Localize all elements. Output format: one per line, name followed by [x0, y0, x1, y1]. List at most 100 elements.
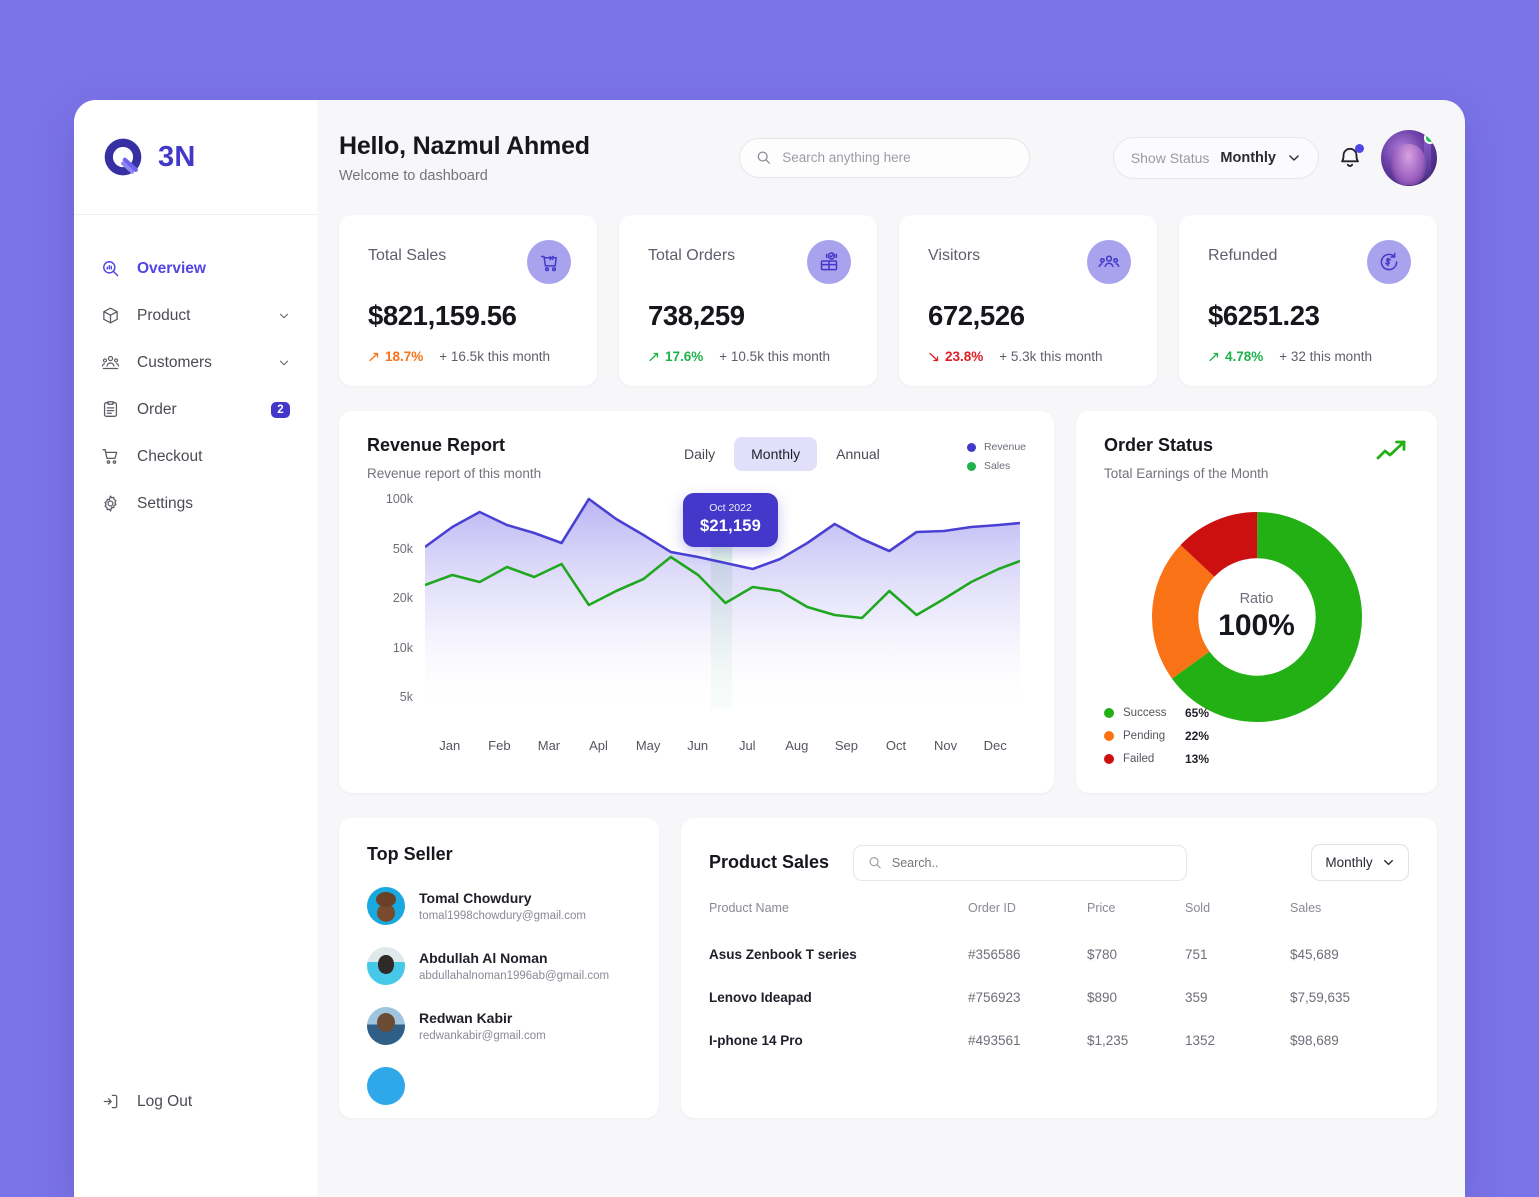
legend-label-failed: Failed: [1123, 753, 1155, 765]
tooltip-value: $21,159: [700, 517, 762, 535]
brand[interactable]: 3N: [74, 100, 317, 215]
stat-card-total-sales: Total Sales $821,159.56 18.7% + 16.5k th…: [339, 215, 597, 386]
order-status-legend: Success 65% Pending 22% Failed 13%: [1104, 706, 1209, 775]
cell-product-name: Lenovo Ideapad: [709, 990, 812, 1005]
product-period-dropdown[interactable]: Monthly: [1311, 844, 1409, 881]
stat-note: + 5.3k this month: [999, 349, 1103, 364]
column-header: Order ID: [968, 901, 1016, 915]
product-search[interactable]: [853, 844, 1188, 881]
legend-label-sales: Sales: [983, 460, 1011, 472]
stat-title: Refunded: [1208, 247, 1278, 264]
show-status-label: Show Status: [1130, 149, 1210, 166]
stat-value: $6251.23: [1208, 300, 1320, 331]
avatar: [367, 1067, 405, 1105]
x-tick: Nov: [934, 738, 958, 753]
trend-down-arrow-icon: [929, 352, 939, 361]
logout-button[interactable]: Log Out: [74, 1078, 317, 1125]
sidebar-item-overview[interactable]: Overview: [74, 245, 317, 292]
sidebar-item-checkout[interactable]: Checkout: [74, 433, 317, 480]
trend-up-arrow-icon: [369, 352, 379, 361]
top-seller-card: Top Seller Tomal Chowdury tomal1998chowd…: [339, 818, 659, 1118]
chevron-down-icon: [279, 360, 289, 365]
cell-order-id: #356586: [968, 947, 1021, 962]
ratio-value: 100%: [1218, 609, 1295, 642]
tab-monthly[interactable]: Monthly: [734, 437, 818, 471]
column-header: Product Name: [709, 901, 789, 915]
column-header: Sold: [1185, 901, 1211, 915]
search-input[interactable]: [782, 150, 1013, 165]
top-seller-title: Top Seller: [367, 844, 453, 864]
x-tick: Dec: [983, 738, 1007, 753]
stat-note: + 32 this month: [1279, 349, 1372, 364]
product-period-value: Monthly: [1325, 855, 1373, 870]
notification-dot: [1355, 143, 1364, 153]
sidebar-item-customers[interactable]: Customers: [74, 339, 317, 386]
table-row[interactable]: Asus Zenbook T series #356586 $780 751 $…: [709, 933, 1409, 976]
stat-card-total-orders: Total Orders 738,259 17.6% + 10.5k this …: [619, 215, 877, 386]
cell-sold: 359: [1185, 990, 1208, 1005]
list-item[interactable]: Abdullah Al Noman abdullahalnoman1996ab@…: [367, 947, 635, 985]
cell-product-name: Asus Zenbook T series: [709, 947, 857, 962]
sidebar-item-product[interactable]: Product: [74, 292, 317, 339]
stat-card-refunded: Refunded $6251.23 4.78% + 32 this month: [1179, 215, 1437, 386]
product-search-input[interactable]: [891, 855, 1173, 870]
sidebar-item-order[interactable]: Order 2: [74, 386, 317, 433]
stat-percent: 23.8%: [928, 349, 983, 364]
logout-icon: [103, 1094, 118, 1109]
tab-daily[interactable]: Daily: [667, 437, 732, 471]
cell-price: $890: [1087, 990, 1118, 1005]
global-search[interactable]: [739, 137, 1030, 178]
product-sales-card: Product Sales Monthly: [681, 818, 1437, 1118]
charts-row: Revenue Report Revenue report of this mo…: [339, 411, 1437, 793]
stat-title: Total Orders: [648, 247, 736, 264]
topbar: Hello, Nazmul Ahmed Welcome to dashboard…: [317, 100, 1465, 215]
cell-price: $780: [1087, 947, 1118, 962]
stat-card-visitors: Visitors 672,526 23.8% + 5.3k this month: [899, 215, 1157, 386]
stat-title: Visitors: [928, 247, 981, 264]
donut-center: Ratio 100%: [1218, 591, 1295, 643]
x-tick: May: [635, 738, 661, 753]
cell-product-name: I-phone 14 Pro: [709, 1033, 803, 1048]
table-row[interactable]: Lenovo Ideapad #756923 $890 359 $7,59,63…: [709, 976, 1409, 1019]
seller-name: Tomal Chowdury: [419, 890, 532, 906]
chevron-down-icon: [1289, 154, 1299, 161]
revenue-legend: Revenue Sales: [966, 435, 1026, 479]
legend-item-failed: Failed 13%: [1104, 752, 1209, 766]
table-row[interactable]: I-phone 14 Pro #493561 $1,235 1352 $98,6…: [709, 1019, 1409, 1062]
order-badge-count: 2: [271, 401, 290, 418]
seller-email: tomal1998chowdury@gmail.com: [419, 910, 586, 922]
stat-percent-value: 4.78%: [1225, 349, 1264, 364]
stat-note: + 16.5k this month: [439, 349, 550, 364]
sidebar-item-label: Order: [137, 400, 177, 418]
seller-name: Redwan Kabir: [419, 1010, 513, 1026]
x-tick: Apl: [589, 738, 608, 753]
legend-item-pending: Pending 22%: [1104, 729, 1209, 743]
avatar[interactable]: [1381, 129, 1437, 186]
notification-bell[interactable]: [1337, 143, 1364, 172]
x-tick: Jan: [439, 738, 461, 753]
list-item[interactable]: [367, 1067, 635, 1105]
legend-item-success: Success 65%: [1104, 706, 1209, 720]
stat-value: 672,526: [928, 300, 1025, 331]
tab-annual[interactable]: Annual: [819, 437, 897, 471]
seller-email: abdullahalnoman1996ab@gmail.com: [419, 970, 610, 982]
stat-value: $821,159.56: [368, 300, 517, 331]
sidebar-item-settings[interactable]: Settings: [74, 480, 317, 527]
y-tick: 50k: [392, 542, 413, 556]
q-logo-icon: [104, 138, 142, 176]
order-status-title: Order Status: [1104, 435, 1214, 455]
logout-wrap: Log Out: [74, 1078, 317, 1197]
show-status-dropdown[interactable]: Show Status Monthly: [1112, 136, 1319, 179]
order-status-subtitle: Total Earnings of the Month: [1104, 466, 1269, 481]
table-header-row: Product Name Order ID Price Sold Sales: [709, 901, 1409, 933]
revenue-chart: 100k 50k 20k 10k 5k Oct 2022 $21,159 Jan…: [367, 487, 1026, 759]
gear-icon: [104, 495, 117, 512]
order-status-card: Order Status Total Earnings of the Month: [1076, 411, 1437, 793]
avatar: [367, 887, 405, 925]
list-item[interactable]: Tomal Chowdury tomal1998chowdury@gmail.c…: [367, 887, 635, 925]
list-item[interactable]: Redwan Kabir redwankabir@gmail.com: [367, 1007, 635, 1045]
revenue-plot: Oct 2022 $21,159: [424, 487, 1021, 709]
dashboard-content: Total Sales $821,159.56 18.7% + 16.5k th…: [317, 215, 1465, 1118]
stat-note: + 10.5k this month: [719, 349, 830, 364]
x-tick: Jul: [738, 738, 756, 753]
